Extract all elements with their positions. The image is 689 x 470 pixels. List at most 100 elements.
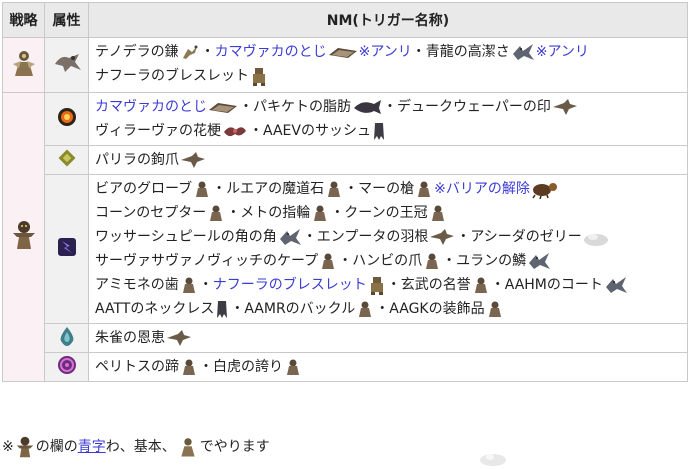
dragon-icon [527,251,551,271]
blue-link-text[interactable]: ※アンリ [536,44,589,60]
nm-line: ペリトスの蹄 ・白虎の誇り [95,355,681,379]
blue-link-text[interactable]: ※アンリ [359,44,412,60]
dragon-icon [278,227,302,247]
nm-text: ワッサーシュピールの角の角 [95,229,277,245]
nm-text: ・AAGKの装飾品 [375,301,485,317]
ghost-icon [215,299,229,319]
dragon-icon [604,275,628,295]
nm-line: ヴィラーヴァの花梗 ・AAEVのサッシュ [95,119,681,143]
nm-cell: 朱雀の恩恵 [88,323,688,353]
dragon-icon [511,42,535,62]
nm-text: ・パキケトの脂肪 [239,99,351,115]
golem-icon [250,66,268,86]
footnote: ※ の欄の青字わ、基本、 でやります [2,436,270,458]
mantis-icon [180,43,200,61]
attribute-cell [44,37,89,93]
nm-text: 朱雀の恩恵 [95,330,165,346]
scarecrow-icon [11,220,37,250]
attribute-cell [44,323,89,353]
table-row: カマヴァカのとじ ・パキケトの脂肪 ・デュークウェーパーの印ヴィラーヴァの花梗 ・AA… [2,92,688,382]
nm-line: アミモネの歯 ・ナフーラのブレスレット ・玄武の名誉 ・AAHMのコート [95,273,681,297]
attribute-cell [44,174,89,324]
nm-cell: ペリトスの蹄 ・白虎の誇り [88,352,688,382]
book-icon [208,100,238,114]
nm-line: ビアのグローブ ・ルエアの魔道石 ・マーの槍 ※バリアの解除 [95,177,681,201]
book-icon [328,45,358,59]
warrior-icon [177,436,199,458]
bird-icon [180,151,206,169]
table-row: 朱雀の恩恵 [3,323,688,353]
nm-cell: ビアのグローブ ・ルエアの魔道石 ・マーの槍 ※バリアの解除 コーンのセプター ・メトの指… [88,174,688,324]
bug-icon [531,179,559,199]
table-header-row: 戦略 属性 NM(トリガー名称) [2,2,688,38]
header-attribute[interactable]: 属性 [44,2,89,38]
blue-link-text[interactable]: ナフーラのブレスレット [213,277,367,293]
slime-icon [583,228,609,246]
creature-icon [51,50,83,76]
beast-icon [423,252,441,270]
earth-element-icon [57,148,77,168]
nm-text: コーンのセプター [95,205,207,221]
table-row: ペリトスの蹄 ・白虎の誇り [3,352,688,382]
nm-line: AATTのネックレス ・AAMRのバックル ・AAGKの装飾品 [95,297,681,321]
header-nm[interactable]: NM(トリガー名称) [88,2,688,38]
beast-icon [415,180,433,198]
beast-icon [486,300,504,318]
blue-link-text[interactable]: ※バリアの解除 [434,181,530,197]
scarecrow-icon [15,436,35,458]
nm-text: テノデラの鎌 [95,44,179,60]
nm-text: ・白虎の誇り [199,359,283,375]
slime-decoration-icon [478,450,508,470]
nm-text: ・ユランの鱗 [442,253,527,269]
strategy-cell [2,37,45,93]
nm-text: AATTのネックレス [95,301,215,317]
nm-text: ペリトスの蹄 [95,359,179,375]
note-suffix: わ、基本、 [105,439,176,455]
bird-icon [552,98,578,116]
nm-line: ナフーラのブレスレット [95,64,681,88]
nm-cell: テノデラの鎌 ・カマヴァカのとじ ※アンリ・青龍の高潔さ ※アンリ ナフーラのブレスレッ… [88,37,688,93]
beast-icon [311,204,329,222]
nm-text: ・玄武の名誉 [386,277,471,293]
attribute-cell [44,145,89,175]
nm-text: サーヴァサヴァノヴィッチのケープ [95,253,319,269]
table-row: パリラの鉤爪 [3,145,688,175]
nm-text: ・デュークウェーパーの印 [383,99,551,115]
table-row: ビアのグローブ ・ルエアの魔道石 ・マーの槍 ※バリアの解除 コーンのセプター ・メトの指… [3,174,688,324]
blue-link-text[interactable]: カマヴァカのとじ [215,44,327,60]
beast-icon [356,300,374,318]
nm-text: ・AAMRのバックル [230,301,356,317]
nm-text: ・ [200,44,215,60]
bird-icon [166,329,192,347]
beast-icon [180,358,198,376]
fire-element-icon [56,106,78,128]
beast-icon [284,358,302,376]
golem-icon [368,275,386,295]
beast-icon [180,276,198,294]
note-blue-link[interactable]: 青字 [78,439,106,455]
nm-text: パリラの鉤爪 [95,152,179,168]
dark-element-icon [56,354,78,376]
header-strategy[interactable]: 戦略 [2,2,45,38]
ghost-icon [372,121,386,141]
attribute-cell [44,92,89,146]
warrior-icon [9,48,39,78]
strategy-cell [2,92,45,382]
nm-line: 朱雀の恩恵 [95,326,681,350]
nm-text: ・マーの槍 [344,181,415,197]
nm-line: サーヴァサヴァノヴィッチのケープ ・ハンビの爪 ・ユランの鱗 [95,249,681,273]
bird-icon [429,228,455,246]
nm-line: ワッサーシュピールの角の角 ・エンプータの羽根 ・アシーダのゼリー [95,225,681,249]
nm-text: ビアのグローブ [95,181,193,197]
nm-cell: パリラの鉤爪 [88,145,688,175]
nm-text: ・クーンの王冠 [330,205,428,221]
note-mid: の欄の [35,439,78,455]
table-row: テノデラの鎌 ・カマヴァカのとじ ※アンリ・青龍の高潔さ ※アンリ ナフーラのブレスレッ… [2,37,688,93]
beast-icon [207,204,225,222]
note-end: でやります [199,439,270,455]
nm-text: ・ハンビの爪 [338,253,423,269]
blue-link-text[interactable]: カマヴァカのとじ [95,99,207,115]
nm-cell: カマヴァカのとじ ・パキケトの脂肪 ・デュークウェーパーの印ヴィラーヴァの花梗 ・AA… [88,92,688,146]
nm-line: コーンのセプター ・メトの指輪 ・クーンの王冠 [95,201,681,225]
attribute-cell [44,352,89,382]
